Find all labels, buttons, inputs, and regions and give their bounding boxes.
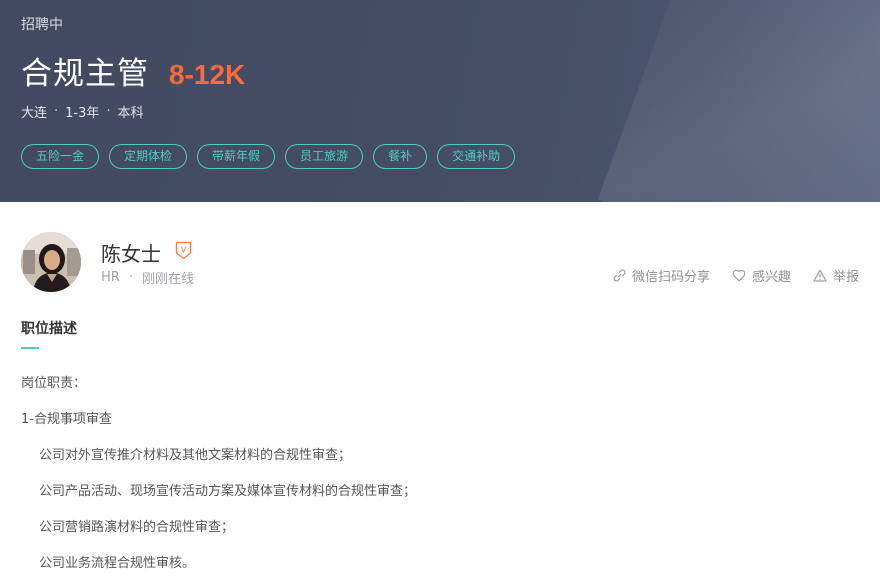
benefit-tag: 带薪年假 — [197, 144, 276, 169]
verified-badge-letter: V — [181, 246, 187, 255]
report-button[interactable]: 举报 — [813, 266, 859, 285]
section-underline — [21, 347, 39, 349]
job-actions: 微信扫码分享 感兴趣 举报 — [591, 266, 859, 285]
job-experience: 1-3年 — [65, 106, 100, 121]
interested-label: 感兴趣 — [751, 270, 791, 285]
recruiter-meta: HR · 刚刚在线 — [101, 268, 194, 287]
job-title: 合规主管 — [21, 56, 149, 92]
meta-separator: · — [106, 104, 111, 119]
benefit-tag: 定期体检 — [109, 144, 188, 169]
avatar-photo — [21, 232, 81, 292]
job-education: 本科 — [117, 106, 144, 121]
job-requirements: 大连 · 1-3年 · 本科 — [21, 102, 144, 121]
meta-separator: · — [128, 270, 133, 285]
description-line: 公司对外宣传推介材料及其他文案材料的合规性审查； — [39, 448, 352, 463]
share-button[interactable]: 微信扫码分享 — [613, 266, 710, 285]
share-label: 微信扫码分享 — [631, 270, 710, 285]
job-status: 招聘中 — [21, 17, 63, 33]
recruiter-name: 陈女士 — [101, 242, 161, 266]
heart-icon — [732, 269, 746, 282]
description-line: 公司产品活动、现场宣传活动方案及媒体宣传材料的合规性审查； — [39, 484, 417, 499]
job-city: 大连 — [21, 106, 48, 121]
warning-icon — [813, 269, 827, 282]
meta-separator: · — [54, 104, 59, 119]
interested-button[interactable]: 感兴趣 — [732, 266, 791, 285]
benefit-tag: 五险一金 — [21, 144, 100, 169]
recruiter-online-status: 刚刚在线 — [141, 272, 194, 287]
job-header-banner: 招聘中 合规主管 8-12K 大连 · 1-3年 · 本科 五险一金 定期体检 … — [0, 0, 880, 202]
benefit-tag: 员工旅游 — [285, 144, 364, 169]
link-icon — [613, 269, 626, 282]
description-line: 岗位职责： — [21, 376, 87, 391]
banner-decoration — [597, 0, 880, 202]
benefit-tag: 交通补助 — [437, 144, 516, 169]
salary: 8-12K — [169, 59, 246, 90]
verified-badge-icon: V — [175, 241, 192, 260]
title-row: 合规主管 8-12K — [21, 48, 245, 93]
description-line: 1-合规事项审查 — [21, 412, 112, 427]
description-line: 公司业务流程合规性审核。 — [39, 556, 196, 571]
description-line: 公司营销路演材料的合规性审查； — [39, 520, 235, 535]
avatar[interactable] — [21, 232, 81, 292]
report-label: 举报 — [832, 270, 859, 285]
section-title: 职位描述 — [21, 321, 77, 337]
recruiter-role: HR — [101, 270, 120, 285]
benefit-tag: 餐补 — [373, 144, 428, 169]
benefit-tags: 五险一金 定期体检 带薪年假 员工旅游 餐补 交通补助 — [21, 144, 525, 169]
